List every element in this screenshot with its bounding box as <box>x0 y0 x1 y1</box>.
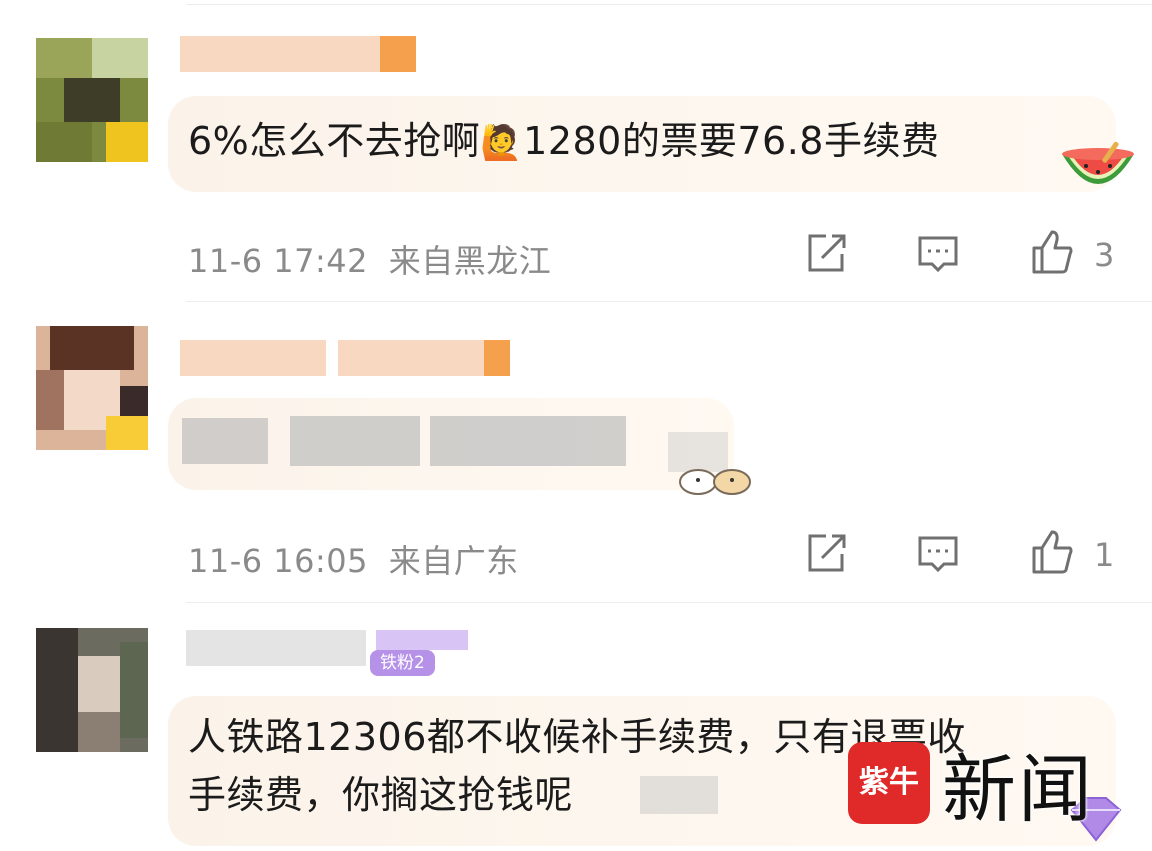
username-blurred[interactable] <box>180 340 522 376</box>
comment-divider <box>186 602 1152 603</box>
comment-bubble-icon[interactable] <box>916 532 960 576</box>
emoji-blurred <box>640 776 718 814</box>
share-square-icon[interactable] <box>804 532 848 576</box>
watermelon-sticker-icon <box>1062 141 1134 184</box>
location: 来自黑龙江 <box>388 242 552 280</box>
timestamp: 11-6 16:05 <box>188 542 369 580</box>
thumbs-up-icon[interactable] <box>1030 530 1074 574</box>
share-square-icon[interactable] <box>804 232 848 276</box>
top-divider <box>186 4 1152 5</box>
comment-meta: 11-6 16:05 来自广东 <box>188 536 519 582</box>
watermark-logo: 紫牛 <box>848 742 930 824</box>
avatar[interactable] <box>36 326 148 450</box>
timestamp: 11-6 17:42 <box>188 242 369 280</box>
username-blurred[interactable] <box>186 630 366 666</box>
comment-divider <box>186 301 1152 302</box>
comment-text-line2: 手续费，你搁这抢钱呢 <box>188 773 574 817</box>
like-count: 1 <box>1094 536 1115 574</box>
avatar[interactable] <box>36 628 148 752</box>
avatar[interactable] <box>36 38 148 162</box>
emoji-icon: 🙋 <box>480 123 524 163</box>
fans-badge: 铁粉2 <box>370 650 435 676</box>
username-blurred[interactable] <box>180 36 416 72</box>
dog-sticker-icon <box>679 469 751 495</box>
badge-blurred <box>376 630 468 650</box>
location: 来自广东 <box>388 542 519 580</box>
comment-bubble-icon[interactable] <box>916 232 960 276</box>
thumbs-up-icon[interactable] <box>1030 230 1074 274</box>
comment-text: 6%怎么不去抢啊🙋1280的票要76.8手续费 <box>188 119 940 163</box>
watermark-text: 新闻 <box>942 747 1094 833</box>
like-count: 3 <box>1094 236 1115 274</box>
comment-meta: 11-6 17:42 来自黑龙江 <box>188 236 551 282</box>
